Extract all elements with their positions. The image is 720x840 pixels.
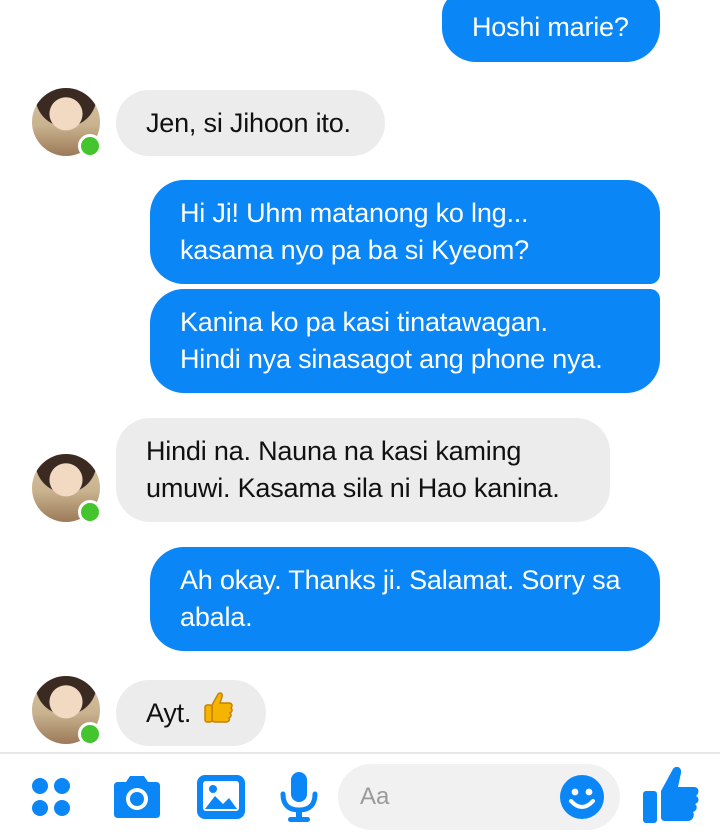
message-line: Kanina ko pa kasi tinatawagan. [180,307,548,337]
like-thumb-icon[interactable] [640,764,702,828]
message-input[interactable]: Aa [338,764,620,830]
message-composer: Aa [0,752,720,840]
message-input-placeholder: Aa [360,783,390,810]
conversation-thread: Hoshi marie? Jen, si Jihoon ito. Hi Ji! … [0,0,720,752]
camera-icon[interactable] [110,770,164,824]
message-bubble-outgoing[interactable]: Kanina ko pa kasi tinatawagan. Hindi nya… [150,289,660,393]
message-text: Jen, si Jihoon ito. [146,107,351,138]
contact-avatar[interactable] [32,88,102,158]
message-text: Ayt. [146,697,192,728]
message-line: umuwi. Kasama sila ni Hao kanina. [146,473,560,503]
smiley-icon[interactable] [558,773,606,821]
message-text: Hoshi marie? [472,11,629,42]
message-line: abala. [180,602,253,632]
message-text: Kanina ko pa kasi tinatawagan. Hindi nya… [180,304,603,378]
contact-avatar[interactable] [32,676,102,746]
contact-avatar[interactable] [32,454,102,524]
message-text: Ah okay. Thanks ji. Salamat. Sorry sa ab… [180,562,620,636]
message-line: Hi Ji! Uhm matanong ko lng... [180,198,529,228]
online-status-dot [78,500,102,524]
message-bubble-outgoing[interactable]: Hi Ji! Uhm matanong ko lng... kasama nyo… [150,180,660,284]
thumbs-up-emoji-icon [203,691,234,735]
online-status-dot [78,134,102,158]
microphone-icon[interactable] [272,770,326,824]
message-line: Ah okay. Thanks ji. Salamat. Sorry sa [180,565,621,595]
message-line: kasama nyo pa ba si Kyeom? [180,235,529,265]
message-bubble-outgoing[interactable]: Hoshi marie? [442,0,660,62]
message-bubble-incoming[interactable]: Jen, si Jihoon ito. [116,90,385,156]
apps-icon[interactable] [24,770,78,824]
message-text: Hindi na. Nauna na kasi kaming umuwi. Ka… [146,433,560,507]
message-bubble-incoming[interactable]: Hindi na. Nauna na kasi kaming umuwi. Ka… [116,418,610,522]
message-line: Hindi nya sinasagot ang phone nya. [180,344,603,374]
online-status-dot [78,722,102,746]
message-bubble-outgoing[interactable]: Ah okay. Thanks ji. Salamat. Sorry sa ab… [150,547,660,651]
message-line: Hindi na. Nauna na kasi kaming [146,436,522,466]
gallery-icon[interactable] [194,770,248,824]
message-text: Hi Ji! Uhm matanong ko lng... kasama nyo… [180,195,529,269]
message-bubble-incoming[interactable]: Ayt. [116,680,266,746]
